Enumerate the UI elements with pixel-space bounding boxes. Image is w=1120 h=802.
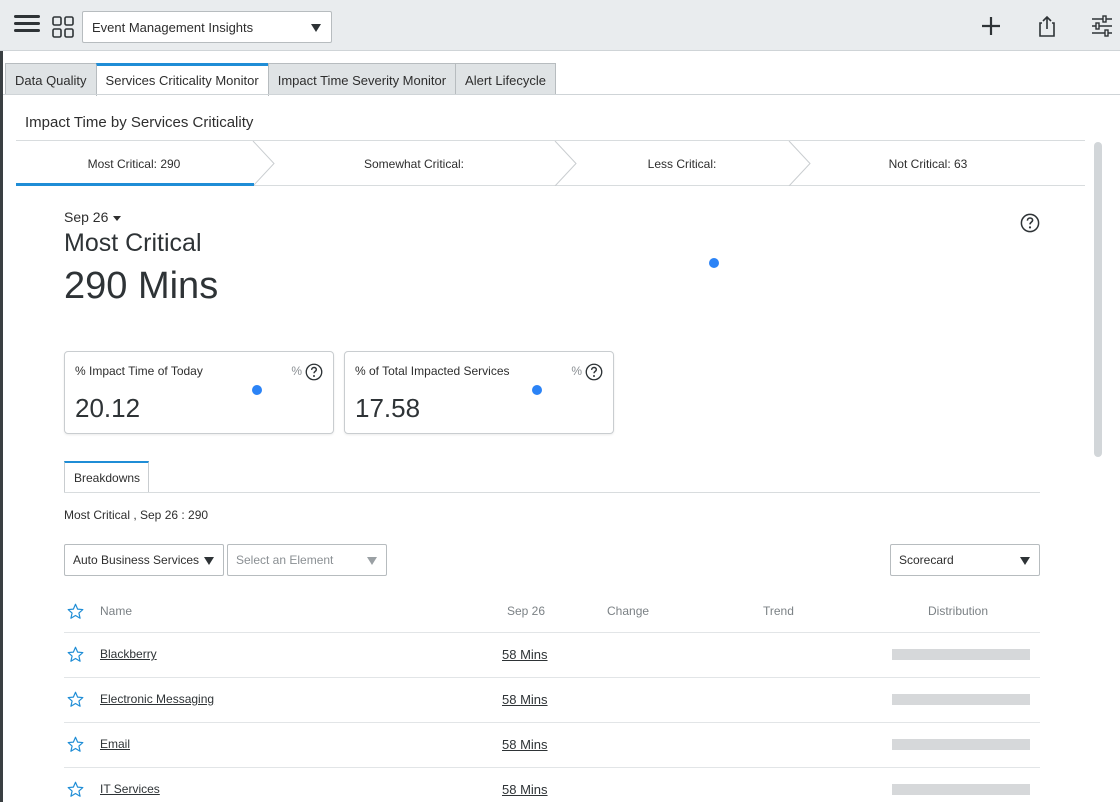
kpi-name: Most Critical <box>64 229 202 257</box>
card-unit: % <box>571 364 582 378</box>
chevron-not-critical[interactable]: Not Critical: 63 <box>810 141 1046 186</box>
card-value: 20.12 <box>75 393 141 423</box>
card-unit: % <box>291 364 302 378</box>
date-selector[interactable]: Sep 26 <box>64 209 122 225</box>
distribution-bar <box>892 694 1030 705</box>
add-icon[interactable] <box>979 14 1003 38</box>
indicator-dot <box>252 385 262 395</box>
window-edge <box>0 51 3 802</box>
chevron-somewhat-critical[interactable]: Somewhat Critical: <box>274 141 554 186</box>
card-title: % of Total Impacted Services <box>355 364 510 378</box>
row-value-link[interactable]: 58 Mins <box>502 737 548 752</box>
breakdown-select-label: Auto Business Services <box>73 553 200 567</box>
dashboard-tabs: Data Quality Services Criticality Monito… <box>5 63 556 96</box>
help-icon[interactable] <box>585 363 603 381</box>
view-select[interactable]: Scorecard <box>890 544 1040 576</box>
chevron-less-critical[interactable]: Less Critical: <box>576 141 788 186</box>
distribution-bar <box>892 649 1030 660</box>
star-icon[interactable] <box>67 736 84 753</box>
distribution-bar <box>892 784 1030 795</box>
tab-data-quality[interactable]: Data Quality <box>5 63 97 95</box>
help-icon[interactable] <box>1020 213 1040 233</box>
row-divider <box>64 767 1040 768</box>
chevron-most-critical[interactable]: Most Critical: 290 <box>16 141 252 186</box>
star-all-icon[interactable] <box>67 603 84 620</box>
view-select-label: Scorecard <box>899 553 954 567</box>
kpi-card-impacted-services[interactable]: % of Total Impacted Services % 17.58 <box>344 351 614 434</box>
column-header-trend: Trend <box>763 604 794 618</box>
row-name-link[interactable]: Electronic Messaging <box>100 692 214 706</box>
row-name-link[interactable]: Email <box>100 737 130 751</box>
tab-breakdowns[interactable]: Breakdowns <box>64 461 149 493</box>
caret-down-icon <box>113 215 122 221</box>
column-header-change[interactable]: Change <box>607 604 649 618</box>
date-selector-label: Sep 26 <box>64 209 109 225</box>
row-name-link[interactable]: Blackberry <box>100 647 157 661</box>
indicator-dot <box>709 258 719 268</box>
chevron-down-icon <box>204 557 214 565</box>
top-header: Event Management Insights <box>0 0 1120 51</box>
dashboard-selector-label: Event Management Insights <box>92 20 254 35</box>
tab-impact-time-severity-monitor[interactable]: Impact Time Severity Monitor <box>267 63 457 95</box>
tab-services-criticality-monitor[interactable]: Services Criticality Monitor <box>95 63 269 96</box>
vertical-scrollbar[interactable] <box>1094 142 1102 457</box>
star-icon[interactable] <box>67 691 84 708</box>
help-icon[interactable] <box>305 363 323 381</box>
tabs-divider <box>3 94 1120 95</box>
distribution-bar <box>892 739 1030 750</box>
indicator-dot <box>532 385 542 395</box>
row-value-link[interactable]: 58 Mins <box>502 692 548 707</box>
breakdown-caption: Most Critical , Sep 26 : 290 <box>64 508 209 522</box>
kpi-card-impact-time[interactable]: % Impact Time of Today % 20.12 <box>64 351 334 434</box>
row-name-link[interactable]: IT Services <box>100 782 160 796</box>
share-icon[interactable] <box>1035 14 1059 38</box>
chevron-down-icon <box>311 24 321 32</box>
element-select-placeholder: Select an Element <box>236 553 334 567</box>
column-header-distribution: Distribution <box>928 604 989 618</box>
row-divider <box>64 677 1040 678</box>
row-value-link[interactable]: 58 Mins <box>502 782 548 797</box>
element-select[interactable]: Select an Element <box>227 544 387 576</box>
column-header-name[interactable]: Name <box>100 604 132 618</box>
kpi-value: 290 Mins <box>64 265 219 307</box>
breakdowns-divider <box>64 492 1040 493</box>
chevron-down-icon <box>1020 557 1030 565</box>
star-icon[interactable] <box>67 781 84 798</box>
row-value-link[interactable]: 58 Mins <box>502 647 548 662</box>
chevron-separator <box>554 141 577 186</box>
card-value: 17.58 <box>355 393 421 423</box>
chevron-down-icon <box>367 557 377 565</box>
chevron-separator <box>252 141 275 186</box>
column-header-date[interactable]: Sep 26 <box>507 604 545 618</box>
star-icon[interactable] <box>67 646 84 663</box>
settings-sliders-icon[interactable] <box>1090 14 1114 38</box>
tab-alert-lifecycle[interactable]: Alert Lifecycle <box>455 63 556 95</box>
chevron-separator <box>788 141 811 186</box>
active-chevron-indicator <box>16 183 254 186</box>
widget-title: Impact Time by Services Criticality <box>25 114 254 131</box>
dashboards-grid-icon[interactable] <box>52 16 74 38</box>
dashboard-selector[interactable]: Event Management Insights <box>82 11 332 43</box>
row-divider <box>64 632 1040 633</box>
breakdown-select[interactable]: Auto Business Services <box>64 544 224 576</box>
row-divider <box>64 722 1040 723</box>
card-title: % Impact Time of Today <box>75 364 203 378</box>
criticality-breadcrumb-strip: Most Critical: 290 Somewhat Critical: Le… <box>16 140 1085 186</box>
menu-icon[interactable] <box>14 15 40 37</box>
